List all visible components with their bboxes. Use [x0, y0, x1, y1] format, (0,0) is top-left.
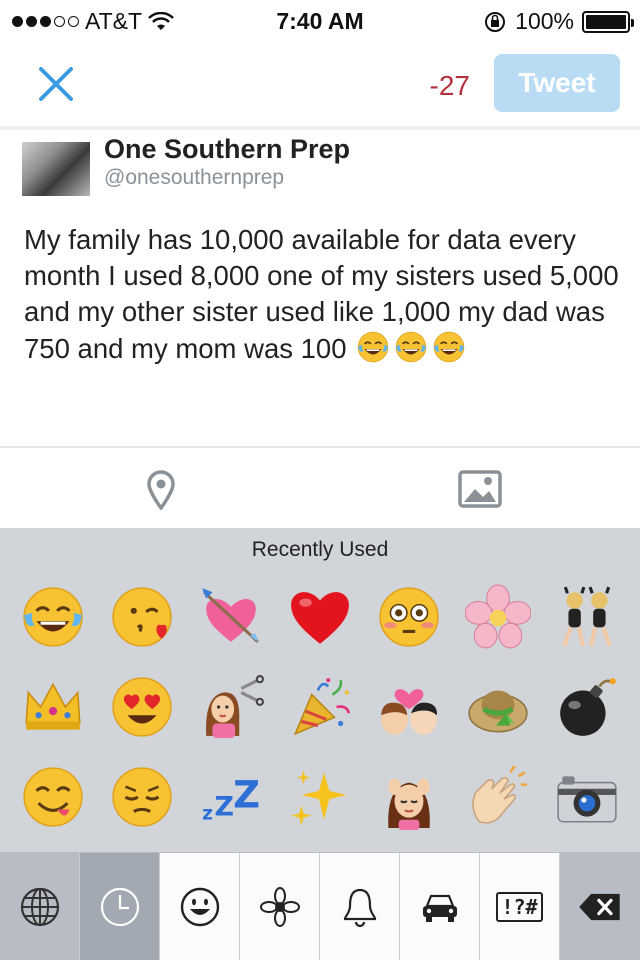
- tweet-text: My family has 10,000 available for data …: [24, 224, 619, 364]
- crown-icon: [24, 682, 81, 730]
- emoji-bomb[interactable]: [542, 662, 631, 752]
- emoji-crown[interactable]: [8, 662, 97, 752]
- people-tab[interactable]: [160, 853, 240, 960]
- emoji-face-with-tears-of-joy[interactable]: [8, 572, 97, 662]
- zzz-icon: zZZ: [202, 773, 260, 825]
- pensive-face-icon: [111, 767, 172, 827]
- emoji-heart-with-arrow[interactable]: [186, 572, 275, 662]
- user-handle: @onesouthernprep: [104, 166, 285, 189]
- emoji-kiss[interactable]: [364, 662, 453, 752]
- tears-of-joy-emoji-icon: [392, 330, 430, 364]
- battery-icon: [582, 10, 634, 33]
- emoji-grid: zZZ: [8, 572, 632, 842]
- sparkles-icon: [290, 770, 347, 826]
- tweet-button[interactable]: Tweet: [494, 54, 620, 112]
- heart-with-arrow-icon: [201, 588, 259, 643]
- car-icon: [422, 894, 457, 922]
- camera-icon: [556, 776, 617, 823]
- emoji-haircut[interactable]: [186, 662, 275, 752]
- clapping-hands-icon: [471, 765, 527, 824]
- face-massage-icon: [387, 778, 430, 830]
- dancers-icon: [561, 586, 612, 647]
- heart-eyes-face-icon: [111, 677, 172, 737]
- compose-header: -27 Tweet: [0, 40, 640, 128]
- objects-tab[interactable]: [320, 853, 400, 960]
- emoji-clapping-hands[interactable]: [453, 752, 542, 842]
- inline-emoji-group: [354, 330, 468, 364]
- delete-key[interactable]: [560, 853, 640, 960]
- recent-tab[interactable]: [80, 853, 160, 960]
- location-pin-icon: [147, 470, 175, 511]
- smiley-icon: [180, 887, 219, 927]
- location-button[interactable]: [146, 470, 176, 511]
- toolbar-divider: [0, 446, 640, 448]
- emoji-flushed-face[interactable]: [364, 572, 453, 662]
- add-photo-button[interactable]: [458, 470, 502, 508]
- emoji-zzz[interactable]: zZZ: [186, 752, 275, 842]
- header-divider: [0, 126, 640, 130]
- tears-of-joy-emoji-icon: [430, 330, 468, 364]
- close-button[interactable]: [34, 62, 78, 106]
- party-popper-icon: [293, 678, 350, 736]
- emoji-dancers[interactable]: [542, 572, 631, 662]
- red-heart-icon: [290, 592, 349, 644]
- emoji-red-heart[interactable]: [275, 572, 364, 662]
- keyboard-category-bar: !?#: [0, 852, 640, 960]
- flower-icon: [259, 887, 300, 927]
- avatar: [22, 142, 90, 196]
- emoji-heart-eyes-face[interactable]: [97, 662, 186, 752]
- face-throwing-kiss-icon: [111, 587, 172, 647]
- emoji-pensive-face[interactable]: [97, 752, 186, 842]
- nature-tab[interactable]: [240, 853, 320, 960]
- display-name: One Southern Prep: [104, 134, 351, 164]
- orientation-lock-icon: [485, 11, 506, 32]
- hat-icon: [467, 690, 528, 733]
- photo-icon: [458, 470, 502, 508]
- svg-text:Z: Z: [233, 773, 260, 816]
- symbols-icon: !?#: [496, 892, 543, 922]
- emoji-camera[interactable]: [542, 752, 631, 842]
- flushed-face-icon: [378, 587, 439, 647]
- svg-text:Z: Z: [214, 792, 233, 823]
- tears-of-joy-emoji-icon: [354, 330, 392, 364]
- bomb-icon: [559, 678, 616, 736]
- character-counter: -27: [429, 70, 470, 101]
- status-bar: AT&T 7:40 AM 100%: [0, 0, 640, 40]
- emoji-yum-face[interactable]: [8, 752, 97, 842]
- emoji-cherry-blossom[interactable]: [453, 572, 542, 662]
- close-icon: [39, 67, 73, 101]
- emoji-face-throwing-kiss[interactable]: [97, 572, 186, 662]
- kiss-icon: [380, 689, 437, 735]
- emoji-sparkles[interactable]: [275, 752, 364, 842]
- places-tab[interactable]: [400, 853, 480, 960]
- globe-icon: [20, 887, 59, 927]
- globe-key[interactable]: [0, 853, 80, 960]
- keyboard-section-title: Recently Used: [251, 538, 389, 561]
- bell-icon: [343, 888, 376, 928]
- status-right: 100%: [483, 8, 634, 35]
- emoji-hat[interactable]: [453, 662, 542, 752]
- haircut-icon: [205, 675, 264, 738]
- delete-icon: [579, 893, 620, 921]
- face-with-tears-of-joy-icon: [22, 587, 83, 647]
- emoji-keyboard: Recently Used zZZ !?#: [0, 528, 640, 960]
- svg-text:z: z: [202, 804, 213, 825]
- tweet-text-input[interactable]: My family has 10,000 available for data …: [24, 222, 624, 367]
- emoji-party-popper[interactable]: [275, 662, 364, 752]
- yum-face-icon: [22, 767, 83, 827]
- recent-clock-icon: [100, 887, 139, 927]
- battery-percent: 100%: [515, 8, 574, 34]
- symbols-tab[interactable]: !?#: [480, 853, 560, 960]
- emoji-face-massage[interactable]: [364, 752, 453, 842]
- cherry-blossom-icon: [464, 584, 531, 649]
